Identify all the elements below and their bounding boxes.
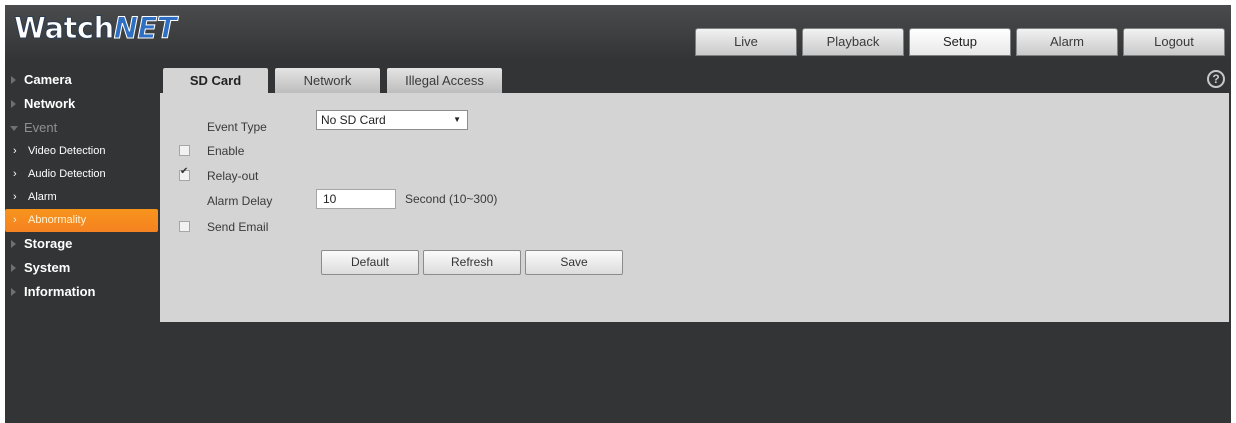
refresh-button[interactable]: Refresh: [423, 250, 521, 275]
triangle-right-icon: [11, 264, 16, 272]
relay-out-label: Relay-out: [207, 169, 259, 183]
chevron-right-icon: ›: [13, 145, 17, 157]
relay-out-checkbox[interactable]: [179, 166, 190, 181]
sidebar-item-network[interactable]: Network: [5, 92, 160, 116]
tab-illegal-access[interactable]: Illegal Access: [387, 68, 502, 93]
sidebar-item-label: Information: [24, 284, 96, 299]
sidebar-subitem-label: Abnormality: [28, 214, 87, 226]
triangle-right-icon: [11, 240, 16, 248]
subtab-bar: SD Card Network Illegal Access ?: [160, 68, 1229, 93]
enable-checkbox[interactable]: [179, 145, 190, 156]
default-button[interactable]: Default: [321, 250, 419, 275]
header-bar: WatchNET Live Playback Setup Alarm Logou…: [5, 5, 1231, 61]
logo-text-main: Watch: [14, 11, 115, 46]
nav-tab-live[interactable]: Live: [695, 28, 797, 56]
tab-network[interactable]: Network: [275, 68, 380, 93]
nav-tab-playback[interactable]: Playback: [802, 28, 904, 56]
tab-sd-card[interactable]: SD Card: [163, 68, 268, 93]
sidebar-item-camera[interactable]: Camera: [5, 68, 160, 92]
event-type-value: No SD Card: [321, 113, 386, 127]
event-type-select[interactable]: No SD Card ▼: [316, 110, 468, 130]
triangle-right-icon: [11, 76, 16, 84]
alarm-delay-input[interactable]: 10: [316, 189, 396, 209]
sidebar-subitem-abnormality[interactable]: › Abnormality: [5, 209, 158, 232]
send-email-label: Send Email: [207, 220, 269, 234]
triangle-right-icon: [11, 100, 16, 108]
sidebar-item-label: Event: [24, 120, 58, 135]
nav-tab-alarm[interactable]: Alarm: [1016, 28, 1118, 56]
chevron-right-icon: ›: [13, 168, 17, 180]
dropdown-arrow-icon: ▼: [453, 115, 461, 124]
app-window: WatchNET Live Playback Setup Alarm Logou…: [5, 5, 1231, 423]
sidebar-subitem-audio-detection[interactable]: › Audio Detection: [5, 163, 160, 186]
chevron-right-icon: ›: [13, 214, 17, 226]
triangle-right-icon: [11, 288, 16, 296]
help-icon[interactable]: ?: [1207, 70, 1225, 88]
form-panel: Event Type No SD Card ▼ Enable Relay-out…: [160, 93, 1229, 322]
enable-label: Enable: [207, 144, 245, 158]
sidebar-item-label: System: [24, 260, 71, 275]
sidebar-subitem-label: Video Detection: [28, 145, 106, 157]
sidebar-item-label: Network: [24, 96, 76, 111]
sidebar-item-storage[interactable]: Storage: [5, 232, 160, 256]
sidebar-subitem-alarm[interactable]: › Alarm: [5, 186, 160, 209]
sidebar-item-information[interactable]: Information: [5, 280, 160, 304]
sidebar-item-system[interactable]: System: [5, 256, 160, 280]
save-button[interactable]: Save: [525, 250, 623, 275]
sidebar-subitem-label: Audio Detection: [28, 168, 106, 180]
sidebar-subitem-label: Alarm: [28, 191, 57, 203]
logo-text-accent: NET: [113, 11, 177, 46]
alarm-delay-label: Alarm Delay: [207, 194, 273, 208]
content-panel: SD Card Network Illegal Access ? Event T…: [160, 68, 1229, 322]
sidebar-subitem-video-detection[interactable]: › Video Detection: [5, 140, 160, 163]
sidebar: Camera Network Event › Video Detection ›…: [5, 68, 160, 304]
sidebar-item-label: Storage: [24, 236, 73, 251]
sidebar-item-event[interactable]: Event: [5, 116, 160, 140]
nav-tab-logout[interactable]: Logout: [1123, 28, 1225, 56]
alarm-delay-unit: Second (10~300): [405, 192, 498, 206]
chevron-right-icon: ›: [13, 191, 17, 203]
nav-tab-setup[interactable]: Setup: [909, 28, 1011, 56]
send-email-checkbox[interactable]: [179, 221, 190, 232]
sidebar-item-label: Camera: [24, 72, 72, 87]
logo: WatchNET: [14, 11, 178, 46]
event-type-label: Event Type: [207, 120, 267, 134]
triangle-down-icon: [10, 126, 18, 131]
